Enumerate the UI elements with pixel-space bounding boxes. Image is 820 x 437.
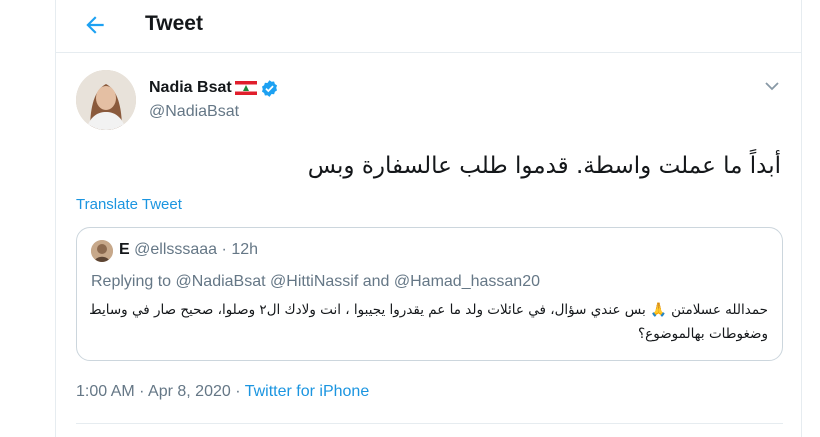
replying-to: Replying to @NadiaBsat @HittiNassif and … <box>91 273 540 291</box>
tweet-source-link[interactable]: Twitter for iPhone <box>245 383 370 400</box>
meta-separator: · <box>139 383 145 400</box>
quoted-tweet[interactable]: E @ellsssaaa · 12h Replying to @NadiaBsa… <box>76 227 783 361</box>
quoted-avatar[interactable] <box>91 240 113 262</box>
lebanon-flag-icon <box>234 81 257 95</box>
author-name[interactable]: Nadia Bsat <box>149 79 232 97</box>
mention-link[interactable]: @HittiNassif <box>270 273 358 290</box>
tweet-date[interactable]: Apr 8, 2020 <box>148 383 231 400</box>
page-title: Tweet <box>145 12 203 35</box>
tweet-detail-column: Tweet Nadia Bsat @NadiaBsat أبداً ما عمل… <box>55 0 802 437</box>
author-row: Nadia Bsat <box>149 77 279 99</box>
quoted-timestamp[interactable]: 12h <box>231 241 258 258</box>
quoted-author-name[interactable]: E <box>119 241 130 258</box>
verified-badge-icon <box>261 79 277 97</box>
replying-to-label: Replying to <box>91 273 172 290</box>
arrow-left-icon[interactable] <box>82 12 108 38</box>
meta-separator: · <box>235 383 241 400</box>
quoted-header: E @ellsssaaa · 12h <box>119 241 258 259</box>
tweet-time[interactable]: 1:00 AM <box>76 383 135 400</box>
chevron-down-icon[interactable] <box>762 76 782 96</box>
author-handle[interactable]: @NadiaBsat <box>149 103 239 121</box>
divider <box>76 423 783 424</box>
header: Tweet <box>56 0 801 53</box>
quoted-tweet-text: حمدالله عسلامتن 🙏 بس عندي سؤال، في عائلا… <box>89 302 768 342</box>
translate-tweet-link[interactable]: Translate Tweet <box>76 196 182 213</box>
avatar[interactable] <box>76 70 136 130</box>
quoted-dot-separator: · <box>221 241 227 258</box>
tweet-text: أبداً ما عملت واسطة. قدموا طلب عالسفارة … <box>307 153 781 179</box>
and-label: and <box>362 273 390 290</box>
tweet-metadata: 1:00 AM · Apr 8, 2020 · Twitter for iPho… <box>76 383 369 401</box>
mention-link[interactable]: @NadiaBsat <box>176 273 266 290</box>
mention-link[interactable]: @Hamad_hassan20 <box>394 273 540 290</box>
quoted-author-handle[interactable]: @ellsssaaa <box>134 241 217 258</box>
